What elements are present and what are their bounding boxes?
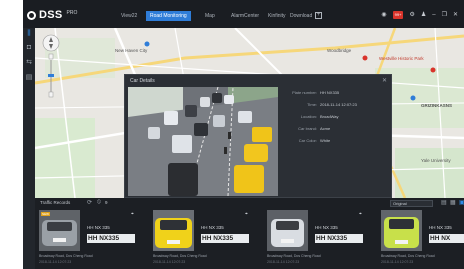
license-plate: HH NX335	[87, 234, 135, 243]
left-sidebar: ⫼ ◘ ⇆ ▤	[23, 28, 35, 269]
close-icon[interactable]: ✕	[453, 11, 458, 19]
info-value: 2018-11-14 12:07:23	[320, 102, 357, 107]
dialog-title: Car Details	[130, 78, 155, 84]
grid-view-icon[interactable]: ▦	[450, 200, 456, 206]
car-details-dialog: Car Details ✕ Plate number: HH NX335 Tim…	[124, 74, 392, 198]
info-value: HH NX335	[320, 90, 340, 95]
image-mode-select[interactable]: Original	[390, 200, 433, 207]
plate-label: HH NX 335	[429, 225, 452, 230]
dss-pro-app: DSS PRO View22 Road Monitoring Map Alarm…	[23, 0, 464, 269]
traffic-snapshot-image	[128, 87, 278, 196]
car-thumbnail-graphic	[153, 210, 194, 251]
volume-icon[interactable]: ◉	[381, 11, 386, 19]
info-row-plate: Plate number: HH NX335	[283, 89, 389, 101]
traffic-records-panel: Traffic Records ⟳ ⦸ 9 Original ▤ ▦ ▣ NEW…	[35, 198, 464, 269]
info-key: Car brand:	[298, 126, 317, 131]
tab-view22[interactable]: View22	[121, 12, 137, 21]
record-location: Broadway Road, Dos Cheng Road	[39, 254, 93, 258]
close-icon[interactable]: ✕	[382, 77, 387, 84]
record-count: 9	[105, 200, 108, 205]
logo-superscript: PRO	[66, 10, 78, 16]
record-time: 2018-11-14 12:07:23	[381, 260, 414, 264]
alarm-badge[interactable]: 99+	[392, 11, 404, 19]
new-record-badge: NEW	[41, 212, 50, 216]
large-view-icon[interactable]: ▣	[459, 200, 464, 206]
pause-icon[interactable]: ⦸	[97, 199, 101, 206]
minimize-icon[interactable]: –	[432, 11, 435, 19]
top-right-toolbar: ◉ 99+ ⚙ ♟ – ❐ ✕	[381, 11, 458, 19]
record-icon[interactable]: ▤	[25, 74, 33, 82]
info-key: Time:	[307, 102, 317, 107]
car-thumbnail	[267, 210, 308, 251]
tab-kinfinity[interactable]: Kinfinity	[268, 12, 286, 21]
traffic-record-card[interactable]: HH NX 335 HH NX Broadway Road, Dos Cheng…	[381, 210, 464, 269]
car-thumbnail	[153, 210, 194, 251]
record-location: Broadway Road, Dos Cheng Road	[381, 254, 435, 258]
restore-icon[interactable]: ❐	[442, 11, 447, 19]
traffic-record-card[interactable]: HH NX 335 HH NX335 ⌖ Broadway Road, Dos …	[267, 210, 367, 269]
license-plate: HH NX335	[201, 234, 249, 243]
record-location: Broadway Road, Dos Cheng Road	[267, 254, 321, 258]
settings-icon[interactable]: ⚙	[409, 11, 414, 19]
car-thumbnail	[381, 210, 422, 251]
locate-icon[interactable]: ⌖	[245, 211, 248, 217]
info-row-brand: Car brand: Acme	[283, 125, 389, 137]
add-tab-button[interactable]: +	[315, 12, 322, 19]
record-location: Broadway Road, Dos Cheng Road	[153, 254, 207, 258]
tab-download[interactable]: Download	[290, 12, 312, 21]
plate-label: HH NX 335	[201, 225, 224, 230]
refresh-icon[interactable]: ⇆	[25, 59, 33, 67]
zoom-control-graphic	[42, 34, 60, 98]
info-key: Plate number:	[292, 90, 317, 95]
logo-text: DSS	[39, 9, 63, 21]
traffic-records-title: Traffic Records	[40, 200, 71, 205]
record-time: 2018-11-14 12:07:23	[153, 260, 186, 264]
car-thumbnail-graphic	[267, 210, 308, 251]
info-value: White	[320, 138, 331, 143]
info-value: Acme	[320, 126, 331, 131]
car-info-panel: Plate number: HH NX335 Time: 2018-11-14 …	[283, 89, 389, 149]
info-row-location: Location: BroadWay	[283, 113, 389, 125]
license-plate: HH NX	[429, 234, 464, 243]
info-row-time: Time: 2018-11-14 12:07:23	[283, 101, 389, 113]
record-time: 2018-11-14 12:07:23	[39, 260, 72, 264]
license-plate: HH NX335	[315, 234, 363, 243]
map-zoom-control[interactable]	[41, 34, 61, 98]
tab-map[interactable]: Map	[205, 12, 215, 21]
info-key: Car Color:	[298, 138, 317, 143]
traffic-scene	[128, 87, 278, 196]
top-navigation-bar: DSS PRO View22 Road Monitoring Map Alarm…	[23, 0, 464, 28]
info-key: Location:	[300, 114, 317, 119]
plate-label: HH NX 335	[87, 225, 110, 230]
tab-road-monitoring[interactable]: Road Monitoring	[146, 11, 191, 21]
app-logo: DSS PRO	[27, 9, 77, 21]
info-value: BroadWay	[320, 114, 339, 119]
locate-icon[interactable]: ⌖	[359, 211, 362, 217]
car-thumbnail-graphic	[381, 210, 422, 251]
plate-label: HH NX 335	[315, 225, 338, 230]
refresh-records-icon[interactable]: ⟳	[87, 199, 92, 206]
locate-icon[interactable]: ⌖	[131, 211, 134, 217]
logo-icon	[27, 10, 36, 20]
list-view-icon[interactable]: ▤	[441, 200, 447, 206]
traffic-record-card[interactable]: NEW HH NX 335 HH NX335 ⌖ Broadway Road, …	[39, 210, 139, 269]
road-monitor-icon[interactable]: ⫼	[25, 30, 33, 38]
record-time: 2018-11-14 12:07:23	[267, 260, 300, 264]
car-thumbnail: NEW	[39, 210, 80, 251]
traffic-record-card[interactable]: HH NX 335 HH NX335 ⌖ Broadway Road, Dos …	[153, 210, 253, 269]
info-row-color: Car Color: White	[283, 137, 389, 149]
tab-alarm-center[interactable]: AlarmCenter	[231, 12, 259, 21]
camera-icon[interactable]: ◘	[25, 44, 33, 52]
user-icon[interactable]: ♟	[421, 11, 426, 19]
car-thumbnail-graphic	[39, 210, 80, 251]
